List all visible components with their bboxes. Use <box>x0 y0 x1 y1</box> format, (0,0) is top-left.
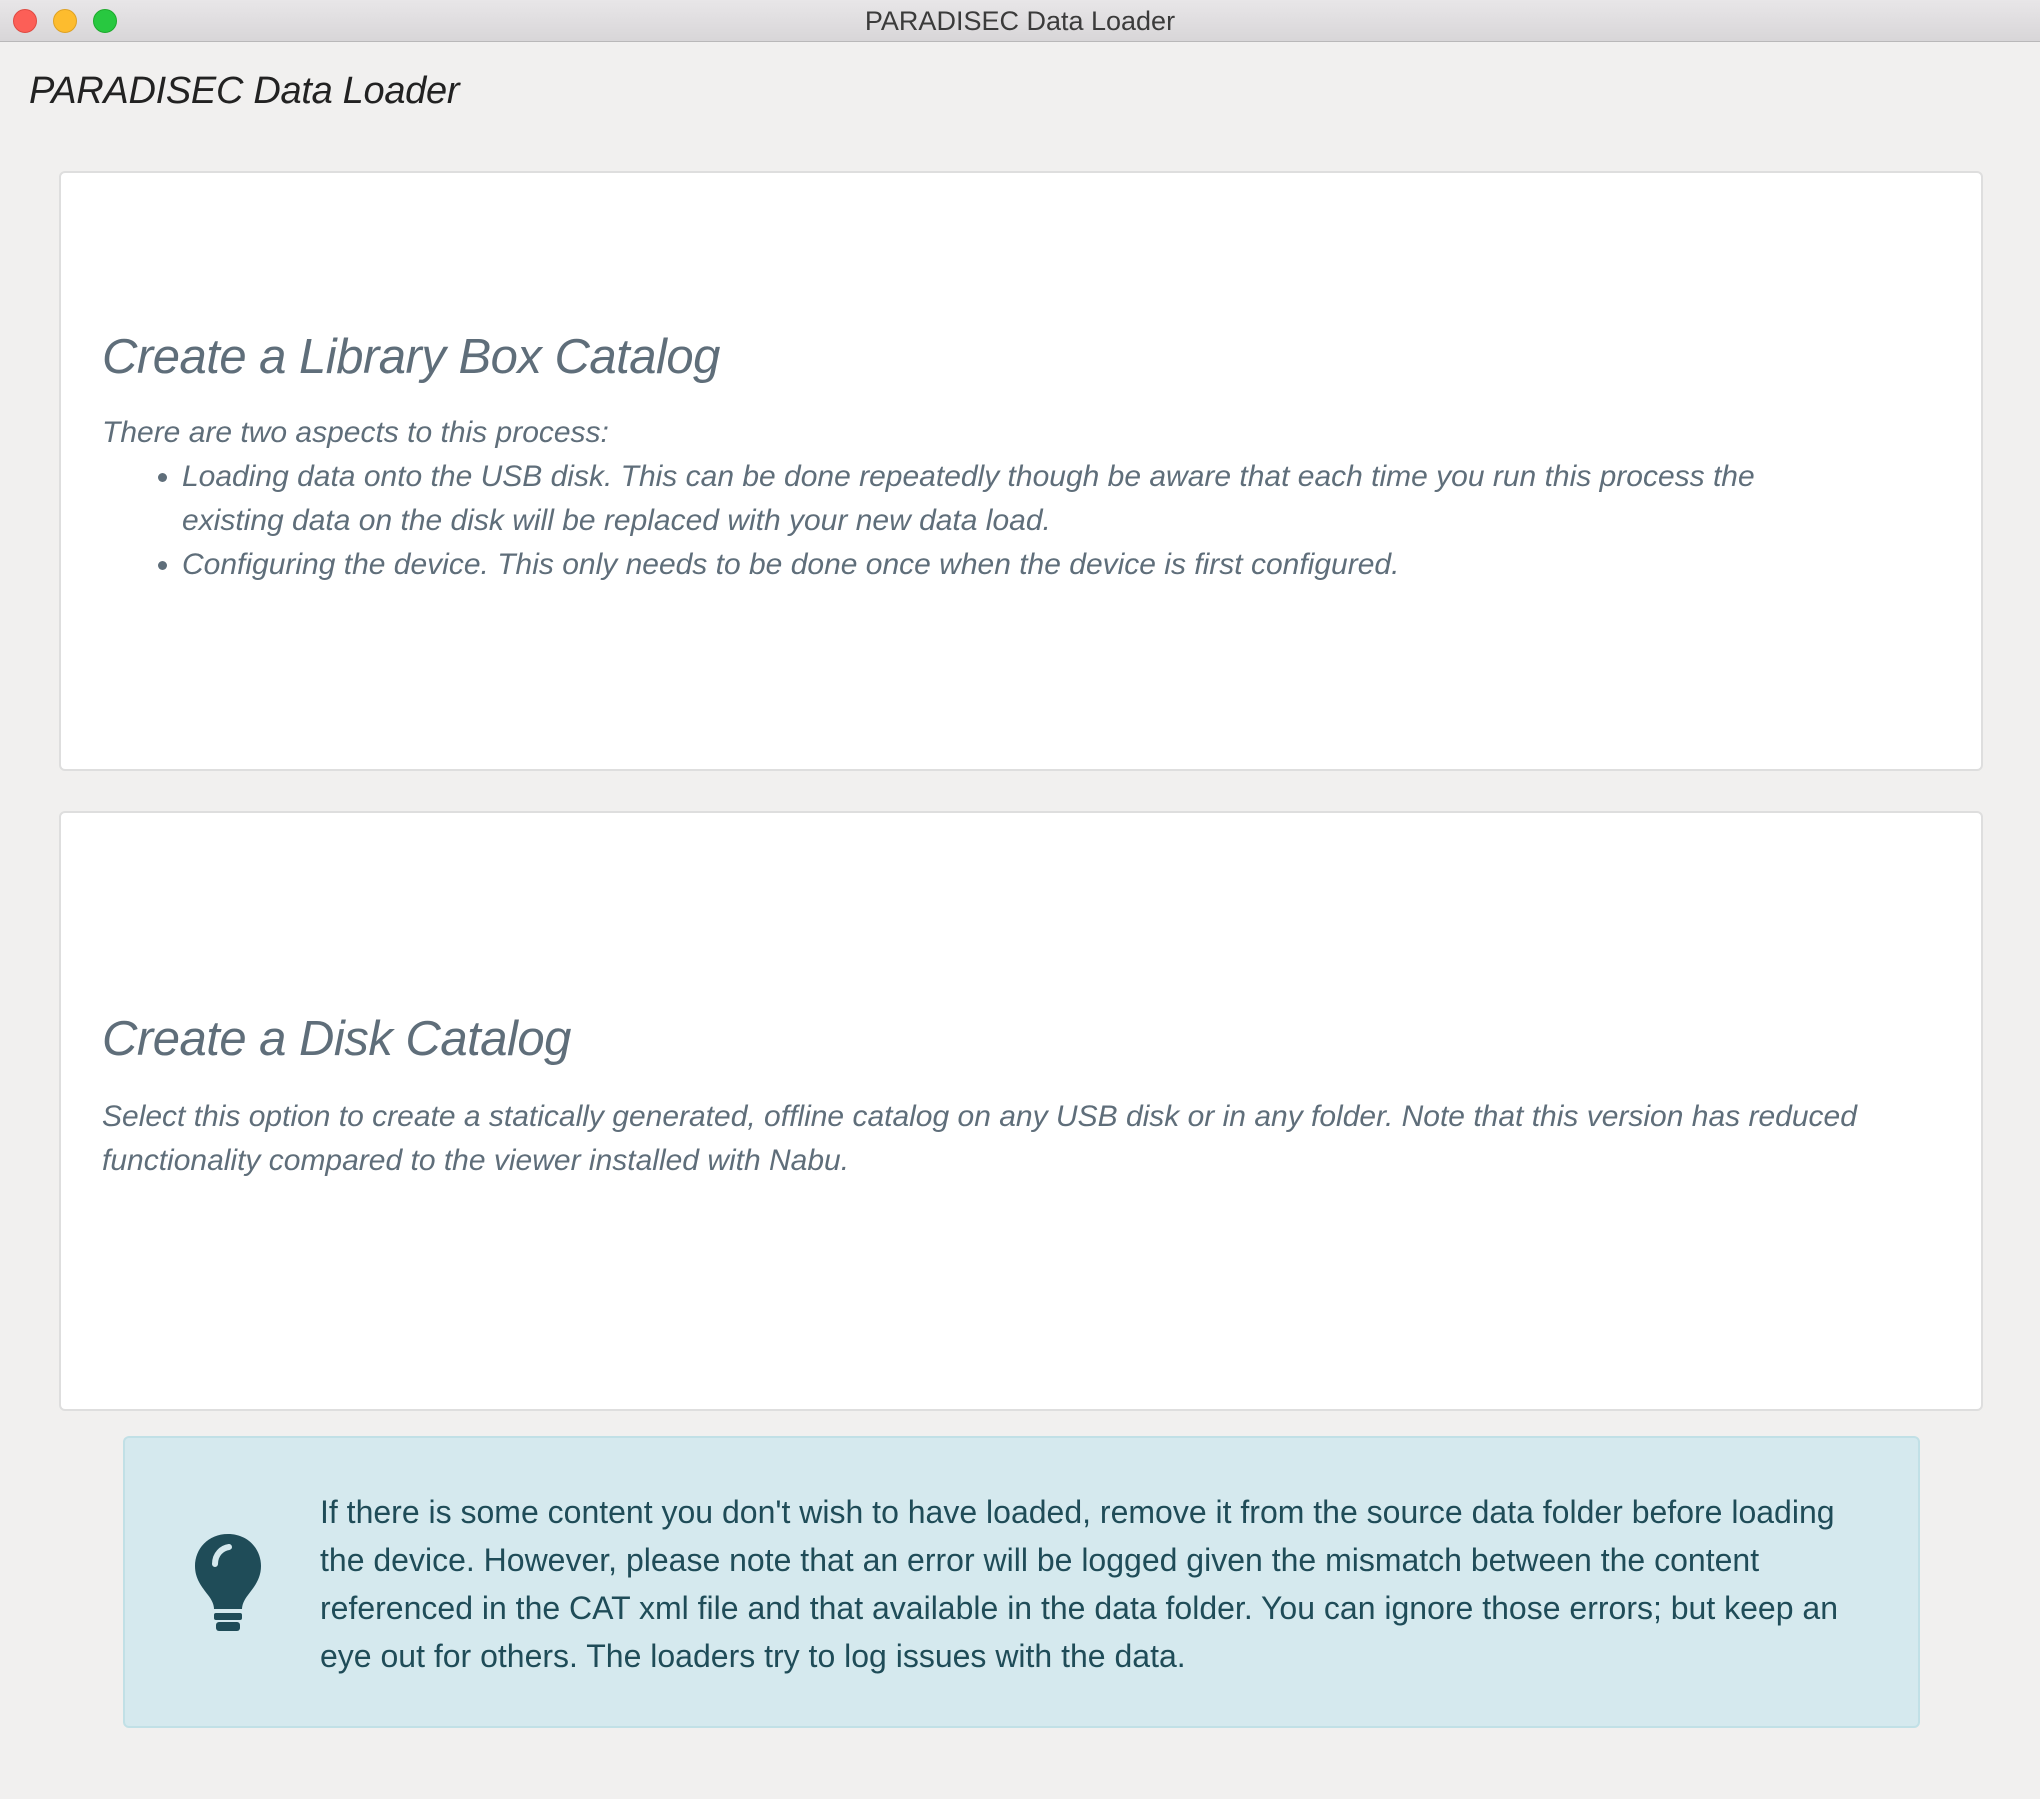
app-window: PARADISEC Data Loader PARADISEC Data Loa… <box>0 0 2040 1799</box>
lightbulb-icon <box>195 1534 261 1631</box>
library-box-catalog-intro: There are two aspects to this process: <box>102 416 609 449</box>
info-alert: If there is some content you don't wish … <box>123 1436 1920 1728</box>
list-item: Loading data onto the USB disk. This can… <box>182 455 1862 543</box>
title-bar[interactable]: PARADISEC Data Loader <box>0 0 2040 42</box>
disk-catalog-description: Select this option to create a staticall… <box>102 1100 1857 1177</box>
app-heading: PARADISEC Data Loader <box>29 70 460 112</box>
disk-catalog-title: Create a Disk Catalog <box>102 1012 571 1066</box>
window-title: PARADISEC Data Loader <box>864 6 1176 36</box>
disk-catalog-card[interactable]: Create a Disk Catalog Select this option… <box>59 811 1983 1411</box>
list-item: Configuring the device. This only needs … <box>182 543 1862 587</box>
library-box-catalog-card[interactable]: Create a Library Box Catalog There are t… <box>59 171 1983 771</box>
library-box-steps-list: Loading data onto the USB disk. This can… <box>102 455 1862 587</box>
library-box-catalog-title: Create a Library Box Catalog <box>102 330 720 384</box>
info-message: If there is some content you don't wish … <box>320 1494 1838 1674</box>
